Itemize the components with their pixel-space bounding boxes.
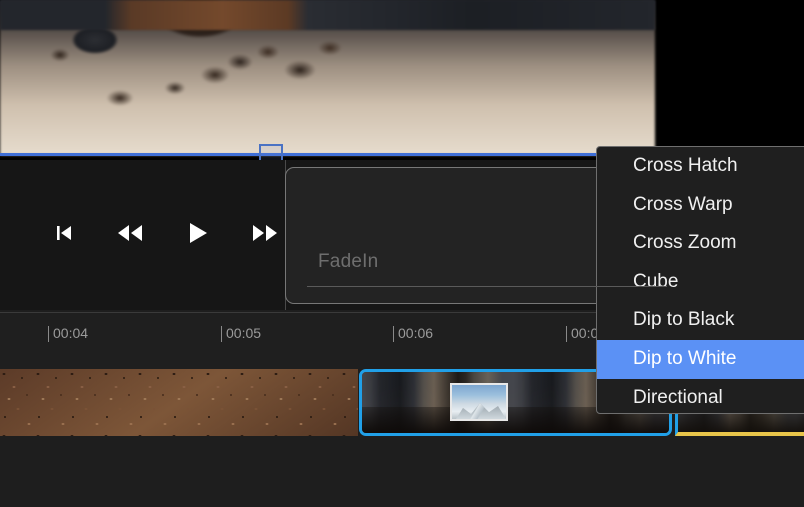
skip-start-icon bbox=[53, 222, 75, 244]
ruler-tick-label: 00:04 bbox=[53, 325, 89, 341]
preview-letterbox-right bbox=[662, 0, 720, 155]
rewind-button[interactable] bbox=[113, 218, 147, 248]
transition-dropdown-list[interactable]: Cross Hatch Cross Warp Cross Zoom Cube Dip t… bbox=[596, 146, 804, 414]
rewind-icon bbox=[117, 223, 143, 243]
dropdown-item[interactable]: Dip to White bbox=[597, 339, 804, 379]
fast-forward-button[interactable] bbox=[248, 218, 282, 248]
ruler-tick bbox=[393, 326, 394, 342]
transition-field-underline bbox=[307, 286, 667, 287]
dropdown-item[interactable]: Cross Zoom bbox=[597, 224, 804, 263]
fast-forward-icon bbox=[252, 223, 278, 243]
dropdown-item[interactable]: Cross Hatch bbox=[597, 147, 804, 186]
ruler-tick bbox=[221, 326, 222, 342]
play-button[interactable] bbox=[181, 218, 215, 248]
video-editor-window: FadeIn Cross Hatch Cross Warp Cross Zoom Cu… bbox=[0, 0, 804, 507]
skip-to-start-button[interactable] bbox=[47, 218, 81, 248]
play-icon bbox=[187, 221, 209, 245]
dropdown-item[interactable]: Directional bbox=[597, 379, 804, 413]
preview-video-frame-top bbox=[0, 0, 655, 30]
dropdown-item[interactable]: Cube bbox=[597, 263, 804, 302]
transition-settings-panel: FadeIn Cross Hatch Cross Warp Cross Zoom Cu… bbox=[285, 146, 804, 414]
ruler-tick bbox=[566, 326, 567, 342]
preview-resize-handle[interactable] bbox=[259, 144, 283, 160]
dropdown-item[interactable]: Dip to Black bbox=[597, 301, 804, 340]
ruler-tick bbox=[48, 326, 49, 342]
ruler-tick-label: 00:06 bbox=[398, 325, 434, 341]
transition-select-value: FadeIn bbox=[318, 251, 379, 272]
video-preview-area[interactable] bbox=[0, 0, 804, 160]
transition-thumbnail bbox=[450, 383, 508, 421]
transition-dropdown-items: Cross Hatch Cross Warp Cross Zoom Cube Dip t… bbox=[597, 147, 804, 413]
coffee-beans-clip[interactable] bbox=[0, 369, 358, 436]
playback-progress-bar[interactable] bbox=[0, 153, 655, 156]
dropdown-item[interactable]: Cross Warp bbox=[597, 186, 804, 225]
ruler-tick-label: 00:05 bbox=[226, 325, 262, 341]
